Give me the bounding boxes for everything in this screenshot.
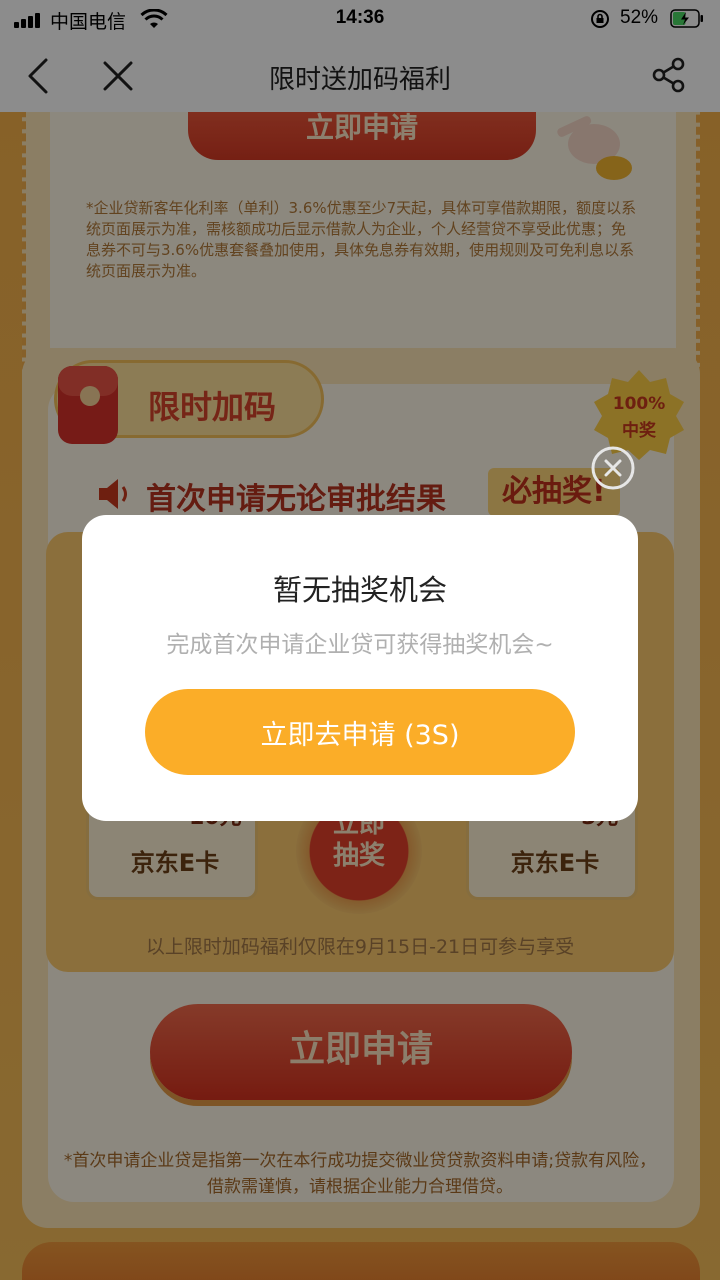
dialog-title: 暂无抽奖机会 (272, 573, 447, 607)
dialog-message: 完成首次申请企业贷可获得抽奖机会~ (166, 632, 554, 658)
no-draw-chance-dialog: 暂无抽奖机会 完成首次申请企业贷可获得抽奖机会~ 立即去申请 (3S) (82, 515, 638, 821)
close-circle-icon[interactable] (590, 445, 636, 491)
go-apply-button[interactable]: 立即去申请 (3S) (145, 689, 575, 775)
